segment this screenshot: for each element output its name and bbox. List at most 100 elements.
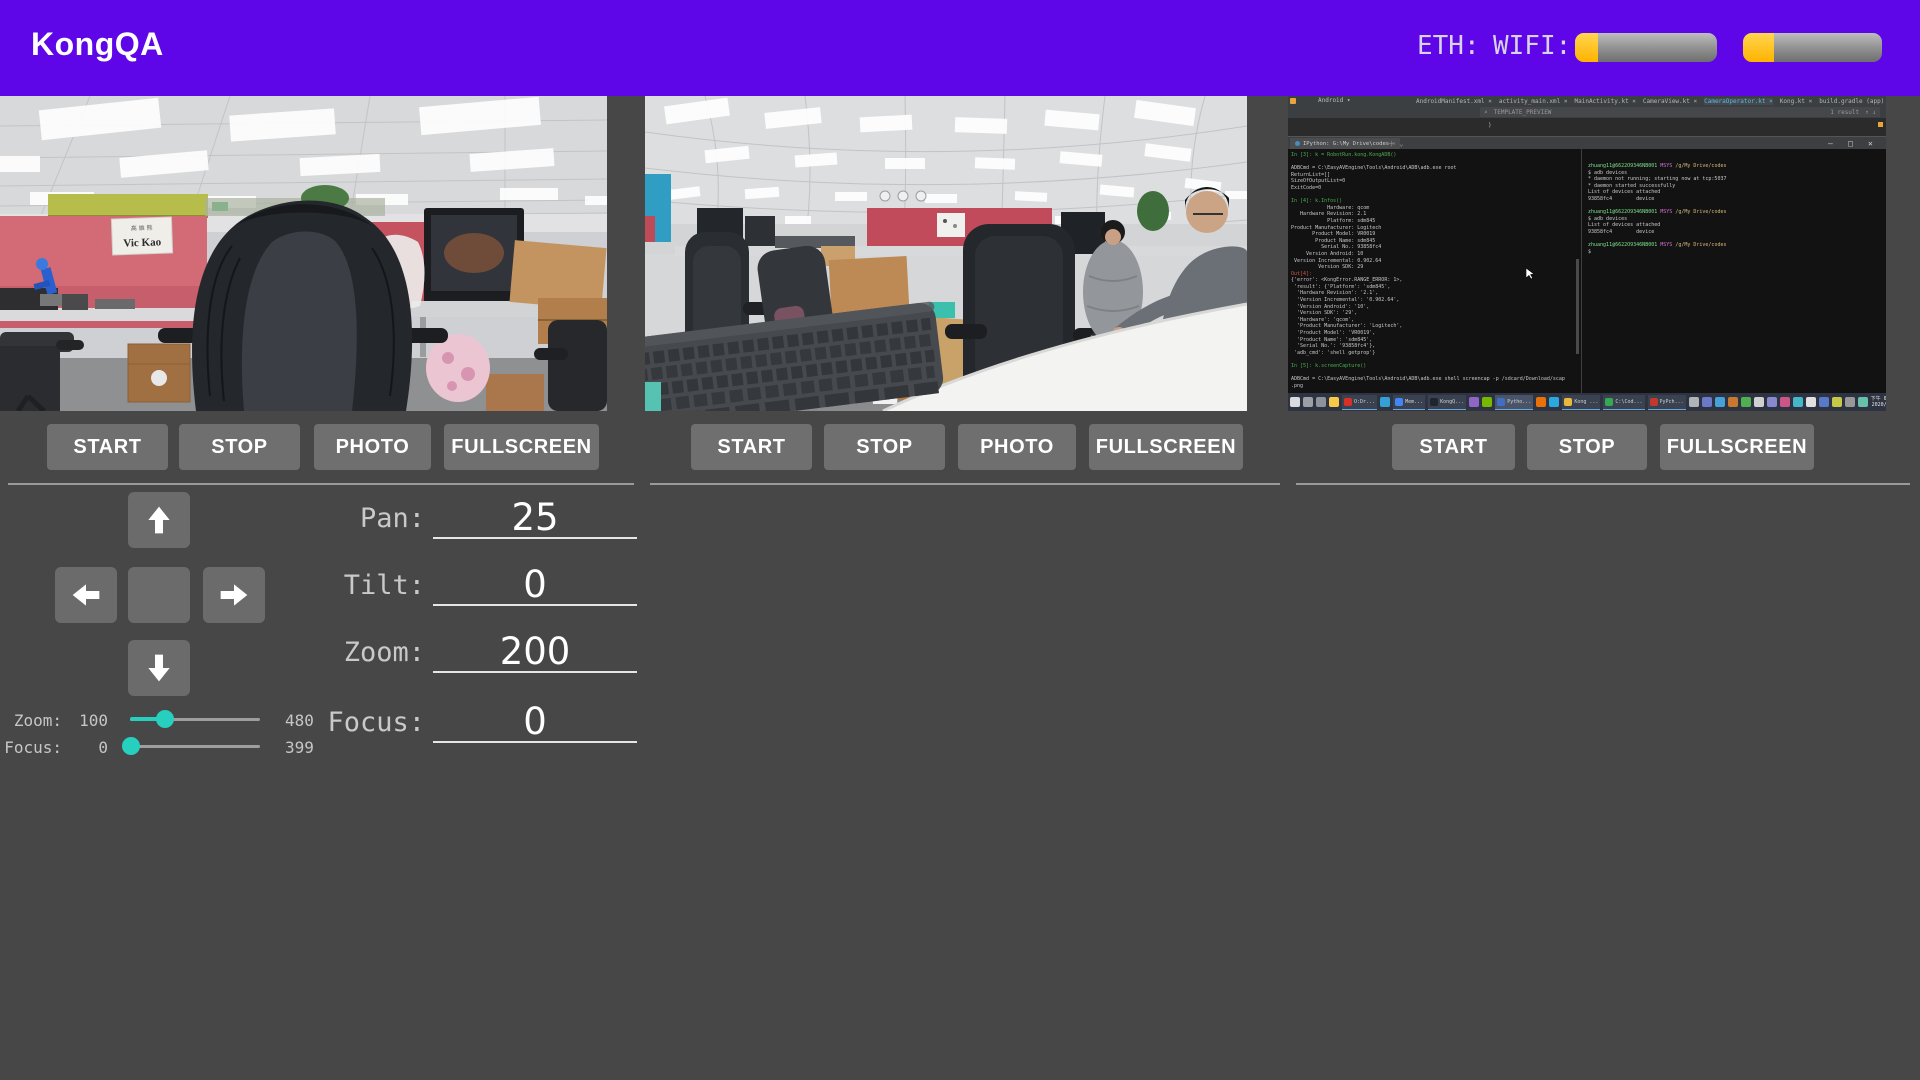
taskbar-icon[interactable]	[1482, 397, 1492, 407]
wifi-indicator-bar	[1743, 33, 1882, 62]
taskbar-icon[interactable]	[1819, 397, 1829, 407]
ide-tab[interactable]: MainActivity.kt ×	[1575, 98, 1636, 105]
ide-tab[interactable]: CameraOperator.kt ×	[1704, 98, 1773, 105]
taskbar-icon[interactable]	[1793, 397, 1803, 407]
down-arrow-icon	[143, 652, 175, 684]
pan-field-underline	[433, 537, 637, 539]
console-window-title-bar: IPython: G:\My Drive\codes ✕ ＋ ⌄ — □ ✕	[1288, 136, 1886, 150]
zoom-field-input[interactable]: 200	[433, 630, 637, 673]
ide-editor-strip: )	[1288, 118, 1886, 136]
pink-bag	[426, 334, 490, 402]
cam2-divider	[650, 483, 1280, 485]
taskbar-icon[interactable]	[1536, 397, 1546, 407]
search-nav-icons: ↑ ↓	[1865, 109, 1876, 116]
wifi-indicator-fill	[1743, 33, 1774, 62]
taskbar-icon[interactable]	[1754, 397, 1764, 407]
taskbar-icon[interactable]	[1380, 397, 1390, 407]
new-tab-icon: ＋ ⌄	[1388, 139, 1403, 149]
taskbar-icon[interactable]	[1767, 397, 1777, 407]
taskbar-icon[interactable]	[1741, 397, 1751, 407]
cam1-divider	[8, 483, 634, 485]
ide-tab[interactable]: activity_main.xml ×	[1499, 98, 1568, 105]
camera-feed-3: Android ▾ AndroidManifest.xml ×activity_…	[1288, 96, 1886, 411]
svg-text:高 維 熊: 高 維 熊	[131, 224, 153, 233]
pan-field-input[interactable]: 25	[433, 496, 637, 539]
zoom-slider-label: Zoom:	[0, 711, 62, 730]
taskbar-icon[interactable]	[1715, 397, 1725, 407]
focus-field-input[interactable]: 0	[433, 700, 637, 743]
tilt-field-input[interactable]: 0	[433, 563, 637, 606]
taskbar-app-button[interactable]: Mem...	[1393, 395, 1425, 410]
plant	[1137, 191, 1169, 231]
cam2-start-button[interactable]: START	[691, 424, 812, 470]
tilt-field-underline	[433, 604, 637, 606]
editor-marker	[1878, 122, 1883, 127]
console-scrollbar[interactable]	[1576, 259, 1579, 354]
pan-left-button[interactable]	[55, 567, 117, 623]
cam1-start-button[interactable]: START	[47, 424, 168, 470]
taskbar-icon[interactable]	[1702, 397, 1712, 407]
taskbar-icon[interactable]	[1806, 397, 1816, 407]
cam3-start-button[interactable]: START	[1392, 424, 1515, 470]
wooden-drawer	[128, 344, 190, 402]
cam3-divider	[1296, 483, 1910, 485]
focus-slider-max: 399	[285, 738, 314, 757]
ptz-home-button[interactable]	[128, 567, 190, 623]
cam2-fullscreen-button[interactable]: FULLSCREEN	[1089, 424, 1243, 470]
taskbar-app-button[interactable]: PyPch...	[1648, 395, 1686, 410]
mouse-cursor	[1526, 268, 1534, 280]
focus-slider-label: Focus:	[0, 738, 62, 757]
app-header: KongQA ETH: WIFI:	[0, 0, 1920, 96]
taskbar-app-button[interactable]: C:\Cod...	[1603, 395, 1644, 410]
ide-tab[interactable]: CameraView.kt ×	[1643, 98, 1697, 105]
cam1-stop-button[interactable]: STOP	[179, 424, 300, 470]
ide-icon	[1290, 98, 1296, 104]
taskbar-icon[interactable]	[1845, 397, 1855, 407]
pan-field-label: Pan:	[250, 503, 425, 534]
taskbar-icon[interactable]	[1728, 397, 1738, 407]
kongqa-app: KongQA ETH: WIFI:	[0, 0, 1920, 1080]
taskbar-icon[interactable]	[1316, 397, 1326, 407]
cam2-stop-button[interactable]: STOP	[824, 424, 945, 470]
taskbar-clock: 下午 04:13 2020/12/2	[1871, 396, 1886, 408]
taskbar-icon[interactable]	[1549, 397, 1559, 407]
app-title: KongQA	[31, 26, 164, 63]
zoom-slider-thumb[interactable]	[156, 710, 174, 728]
eth-indicator-bar	[1575, 33, 1717, 62]
taskbar-app-button[interactable]: KongQ...	[1428, 395, 1466, 410]
focus-slider-thumb[interactable]	[122, 737, 140, 755]
taskbar-icon[interactable]	[1689, 397, 1699, 407]
console-window-tab: IPython: G:\My Drive\codes ✕	[1290, 138, 1400, 149]
camera-feed-2	[645, 96, 1247, 411]
focus-slider-min: 0	[60, 738, 108, 757]
taskbar-icon[interactable]	[1469, 397, 1479, 407]
taskbar-icon[interactable]	[1303, 397, 1313, 407]
ide-tab[interactable]: build.gradle (app) ×	[1819, 98, 1886, 105]
taskbar-app-button[interactable]: O:Dr...	[1342, 395, 1377, 410]
taskbar-icon[interactable]	[1329, 397, 1339, 407]
tilt-down-button[interactable]	[128, 640, 190, 696]
taskbar-icon[interactable]	[1832, 397, 1842, 407]
sign-text: Vic Kao	[123, 236, 162, 249]
ide-title-bar: Android ▾ AndroidManifest.xml ×activity_…	[1288, 96, 1886, 106]
ide-tab[interactable]: Kong.kt ×	[1780, 98, 1813, 105]
taskbar-icon[interactable]	[1780, 397, 1790, 407]
taskbar-app-button[interactable]: Kong ...	[1562, 395, 1600, 410]
zoom-field-label: Zoom:	[250, 637, 425, 668]
cam1-fullscreen-button[interactable]: FULLSCREEN	[444, 424, 599, 470]
search-text: TEMPLATE_PREVIEW	[1494, 109, 1552, 116]
cam2-photo-button[interactable]: PHOTO	[958, 424, 1076, 470]
pan-up-button[interactable]	[128, 492, 190, 548]
taskbar-icon[interactable]	[1858, 397, 1868, 407]
taskbar-app-button[interactable]: Pytho...	[1495, 395, 1533, 410]
monitor	[424, 208, 524, 308]
cam1-photo-button[interactable]: PHOTO	[314, 424, 431, 470]
console-right-pane: zhuang11@6622O9346NB001 MSYS /g/My Drive…	[1588, 163, 1883, 389]
ide-tab[interactable]: AndroidManifest.xml ×	[1416, 98, 1492, 105]
console-body: In [3]: k = RobotRun.kong.KongADB() ADBC…	[1288, 149, 1886, 393]
cam3-fullscreen-button[interactable]: FULLSCREEN	[1660, 424, 1814, 470]
search-icon: ⌕	[1484, 109, 1488, 116]
focus-slider-track[interactable]	[130, 745, 260, 748]
cam3-stop-button[interactable]: STOP	[1527, 424, 1647, 470]
taskbar-icon[interactable]	[1290, 397, 1300, 407]
